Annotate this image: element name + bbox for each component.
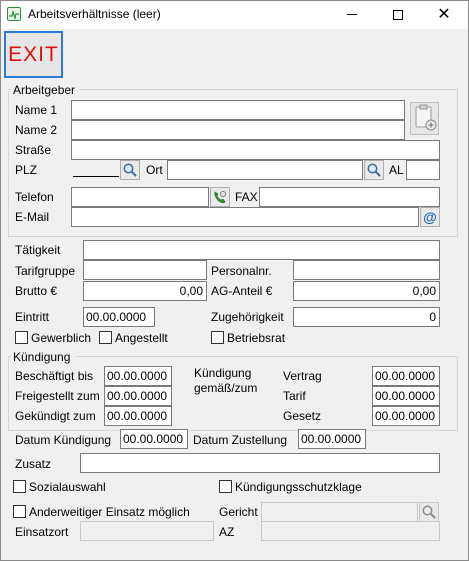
close-button[interactable]: ✕	[421, 1, 467, 29]
search-icon	[422, 505, 436, 519]
datum-zustellung-field[interactable]: 00.00.0000	[298, 429, 366, 449]
strasse-field[interactable]	[71, 140, 440, 160]
ag-anteil-field[interactable]: 0,00	[293, 281, 440, 301]
zusatz-label: Zusatz	[15, 457, 52, 471]
fax-field[interactable]	[259, 187, 440, 207]
clipboard-add-icon	[415, 104, 437, 131]
tarifgruppe-field[interactable]	[83, 260, 207, 280]
taetigkeit-field[interactable]	[83, 240, 440, 260]
gericht-search-button[interactable]	[419, 502, 439, 522]
al-label: AL	[389, 163, 404, 177]
kschutzklage-label: Kündigungsschutzklage	[235, 480, 362, 494]
email-label: E-Mail	[15, 210, 50, 224]
app-icon	[7, 7, 21, 21]
phone-dial-button[interactable]	[210, 187, 230, 207]
beschaeftigt-bis-label: Beschäftigt bis	[15, 369, 94, 383]
taetigkeit-label: Tätigkeit	[15, 243, 61, 257]
fax-label: FAX	[235, 190, 258, 204]
brutto-field[interactable]: 0,00	[83, 281, 207, 301]
title-bar: Arbeitsverhältnisse (leer) ✕	[1, 1, 468, 29]
beschaeftigt-bis-field[interactable]: 00.00.0000	[104, 366, 172, 386]
phone-icon	[214, 191, 226, 204]
vertrag-field[interactable]: 00.00.0000	[372, 366, 440, 386]
zugehoerigkeit-field[interactable]: 0	[293, 307, 440, 327]
maximize-icon	[393, 9, 403, 20]
exit-button[interactable]: EXIT	[4, 31, 63, 78]
telefon-label: Telefon	[15, 190, 54, 204]
sozialauswahl-checkbox[interactable]	[13, 480, 26, 493]
tarifgruppe-label: Tarifgruppe	[15, 264, 76, 278]
angestellt-label: Angestellt	[115, 331, 168, 345]
telefon-field[interactable]	[71, 187, 209, 207]
ag-anteil-label: AG-Anteil €	[211, 284, 273, 298]
name1-field[interactable]	[71, 100, 405, 120]
datum-kuendigung-label: Datum Kündigung	[15, 433, 112, 447]
name1-label: Name 1	[15, 103, 58, 117]
window-title: Arbeitsverhältnisse (leer)	[28, 7, 161, 21]
datum-zustellung-label: Datum Zustellung	[193, 433, 288, 447]
anderweitiger-einsatz-label: Anderweitiger Einsatz möglich	[29, 505, 190, 519]
plz-label: PLZ	[15, 163, 38, 177]
kschutzklage-checkbox[interactable]	[219, 480, 232, 493]
brutto-label: Brutto €	[15, 284, 58, 298]
maximize-button[interactable]	[375, 1, 421, 29]
gekuendigt-label: Gekündigt zum	[15, 409, 96, 423]
eintritt-field[interactable]: 00.00.0000	[83, 307, 155, 327]
ort-search-button[interactable]	[364, 160, 384, 180]
einsatzort-field	[80, 521, 214, 541]
datum-kuendigung-field[interactable]: 00.00.0000	[120, 429, 188, 449]
clipboard-add-button[interactable]	[410, 102, 439, 135]
window: Arbeitsverhältnisse (leer) ✕ EXIT Arbeit…	[0, 0, 469, 561]
angestellt-checkbox[interactable]	[99, 331, 112, 344]
vertrag-label: Vertrag	[283, 369, 322, 383]
close-icon: ✕	[437, 6, 451, 23]
einsatzort-label: Einsatzort	[15, 525, 69, 539]
sozialauswahl-label: Sozialauswahl	[29, 480, 106, 494]
ort-label: Ort	[146, 163, 163, 177]
gericht-label: Gericht	[219, 505, 258, 519]
personalnr-field[interactable]	[293, 260, 440, 280]
exit-label: EXIT	[8, 43, 59, 66]
strasse-label: Straße	[15, 143, 52, 157]
name2-label: Name 2	[15, 123, 58, 137]
gesetz-label: Gesetz	[283, 409, 322, 423]
az-label: AZ	[219, 525, 235, 539]
anderweitiger-einsatz-checkbox[interactable]	[13, 505, 26, 518]
search-icon	[367, 163, 381, 177]
personalnr-label: Personalnr.	[211, 264, 272, 278]
tarif-label: Tarif	[283, 389, 306, 403]
gericht-field	[261, 502, 418, 522]
arbeitgeber-group-title: Arbeitgeber	[13, 83, 76, 97]
kuendigung-group-title: Kündigung	[13, 350, 71, 364]
freigestellt-label: Freigestellt zum	[15, 389, 100, 403]
plz-field[interactable]	[71, 160, 121, 180]
gewerblich-checkbox[interactable]	[15, 331, 28, 344]
zugehoerigkeit-label: Zugehörigkeit	[211, 310, 284, 324]
tarif-field[interactable]: 00.00.0000	[372, 386, 440, 406]
send-email-button[interactable]: @	[420, 207, 440, 227]
betriebsrat-checkbox[interactable]	[211, 331, 224, 344]
email-field[interactable]	[71, 207, 419, 227]
plz-search-button[interactable]	[120, 160, 140, 180]
betriebsrat-label: Betriebsrat	[227, 331, 286, 345]
plz-underline	[73, 176, 119, 177]
ort-field[interactable]	[167, 160, 363, 180]
az-field	[261, 521, 440, 541]
eintritt-label: Eintritt	[15, 310, 50, 324]
minimize-icon	[347, 14, 357, 16]
minimize-button[interactable]	[329, 1, 375, 29]
kuendigung-gemaess-label-2: gemäß/zum	[194, 381, 258, 395]
gesetz-field[interactable]: 00.00.0000	[372, 406, 440, 426]
gewerblich-label: Gewerblich	[31, 331, 92, 345]
al-field[interactable]	[406, 160, 440, 180]
gekuendigt-field[interactable]: 00.00.0000	[104, 406, 172, 426]
freigestellt-field[interactable]: 00.00.0000	[104, 386, 172, 406]
name2-field[interactable]	[71, 120, 405, 140]
zusatz-field[interactable]	[80, 453, 440, 473]
search-icon	[123, 163, 137, 177]
email-icon: @	[423, 209, 437, 225]
kuendigung-gemaess-label-1: Kündigung	[194, 366, 252, 380]
